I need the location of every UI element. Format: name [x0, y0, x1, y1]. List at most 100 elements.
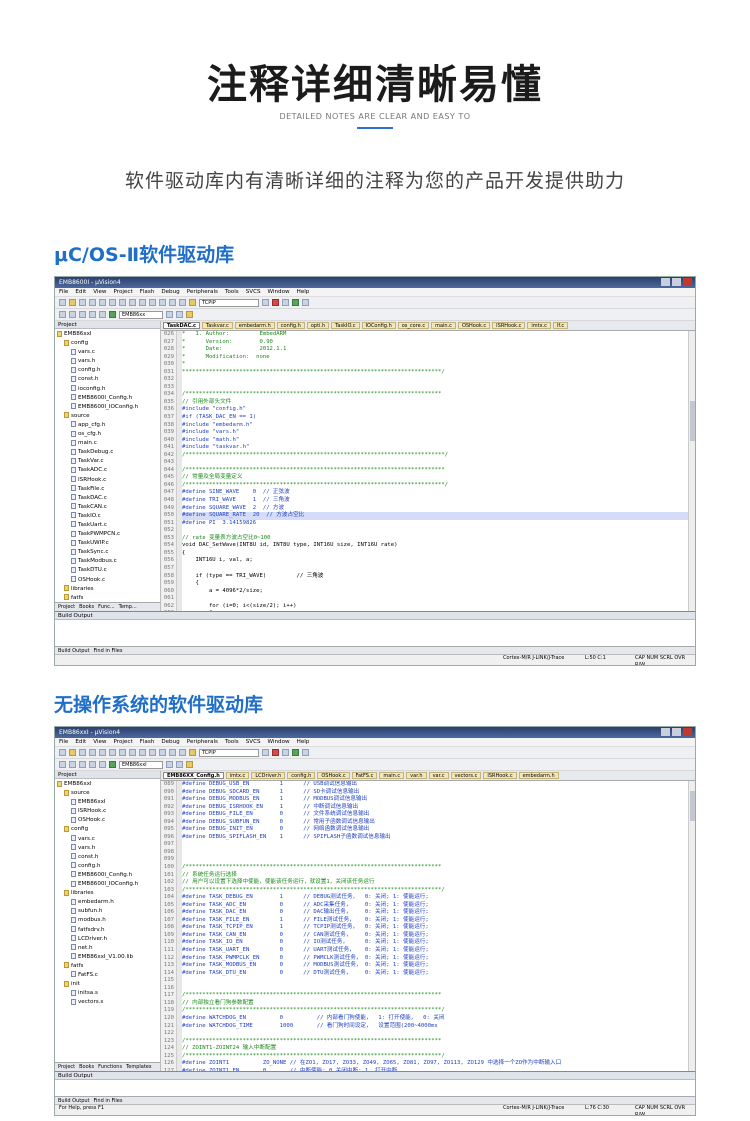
tree-item[interactable]: TaskModbus.c — [57, 557, 158, 566]
tree-item[interactable]: TaskDAC.c — [57, 494, 158, 503]
menu-item[interactable]: Edit — [75, 739, 86, 745]
output-content[interactable] — [55, 1080, 695, 1096]
tree-item[interactable]: source — [57, 412, 158, 421]
tree-item[interactable]: TaskUart.c — [57, 521, 158, 530]
stop-build-icon[interactable] — [99, 311, 106, 318]
copy-icon[interactable] — [109, 299, 116, 306]
manage-components-icon[interactable] — [176, 761, 183, 768]
save-icon[interactable] — [79, 299, 86, 306]
tree-item[interactable]: TaskDebug.c — [57, 448, 158, 457]
close-button[interactable] — [683, 728, 692, 736]
tree-item[interactable]: LCDriver.h — [57, 935, 158, 944]
tree-item[interactable]: EMB8600I_Config.h — [57, 871, 158, 880]
output-content[interactable] — [55, 620, 695, 646]
tree-item[interactable]: EMB8600I_IOConfig.h — [57, 403, 158, 412]
tree-item[interactable]: FatFS.c — [57, 971, 158, 980]
download-icon[interactable] — [109, 761, 116, 768]
scrollbar-thumb[interactable] — [690, 401, 695, 441]
tree-item[interactable]: const.h — [57, 853, 158, 862]
debug-icon[interactable] — [262, 299, 269, 306]
tree-item[interactable]: OSHook.c — [57, 576, 158, 585]
tree-item[interactable]: TaskIO.c — [57, 512, 158, 521]
cut-icon[interactable] — [99, 749, 106, 756]
minimize-button[interactable] — [661, 728, 670, 736]
file-tab[interactable]: ISRHook.c — [483, 772, 517, 779]
open-folder-icon[interactable] — [69, 299, 76, 306]
tree-item[interactable]: TaskDTU.c — [57, 566, 158, 575]
save-all-icon[interactable] — [89, 749, 96, 756]
tree-item[interactable]: embedarm.h — [57, 898, 158, 907]
tree-item[interactable]: TaskPWMPCN.c — [57, 530, 158, 539]
cut-icon[interactable] — [99, 299, 106, 306]
project-tab[interactable]: Project — [58, 1063, 75, 1071]
tree-item[interactable]: os_cfg.h — [57, 430, 158, 439]
batch-build-icon[interactable] — [89, 761, 96, 768]
project-tab[interactable]: Temp... — [119, 603, 137, 611]
file-tab[interactable]: main.c — [379, 772, 405, 779]
maximize-button[interactable] — [672, 278, 681, 286]
run-icon[interactable] — [282, 299, 289, 306]
target-options-icon[interactable] — [166, 761, 173, 768]
menu-item[interactable]: Window — [268, 289, 290, 295]
breakpoint-icon[interactable] — [272, 299, 279, 306]
tree-item[interactable]: vars.c — [57, 835, 158, 844]
tree-item[interactable]: OSHook.c — [57, 816, 158, 825]
tree-item[interactable]: ISRHook.c — [57, 476, 158, 485]
breakpoint-icon[interactable] — [272, 749, 279, 756]
menu-item[interactable]: View — [93, 289, 106, 295]
tree-item[interactable]: main.c — [57, 439, 158, 448]
tree-item[interactable]: EMB86xxI — [57, 780, 158, 789]
debug-icon[interactable] — [262, 749, 269, 756]
new-file-icon[interactable] — [59, 299, 66, 306]
outdent-icon[interactable] — [169, 749, 176, 756]
bookmark-icon[interactable] — [189, 299, 196, 306]
file-tab[interactable]: config.h — [276, 322, 305, 329]
tree-item[interactable]: TaskCAN.c — [57, 503, 158, 512]
menu-item[interactable]: Flash — [140, 289, 155, 295]
paste-icon[interactable] — [119, 299, 126, 306]
rebuild-icon[interactable] — [79, 761, 86, 768]
file-tab[interactable]: EMB86XX_Config.h — [163, 772, 224, 779]
tree-item[interactable]: TaskSync.c — [57, 548, 158, 557]
file-tab[interactable]: var.c — [428, 772, 449, 779]
redo-icon[interactable] — [139, 299, 146, 306]
file-tab[interactable]: Taskvar.c — [202, 322, 233, 329]
tree-item[interactable]: vars.h — [57, 357, 158, 366]
code-area[interactable]: 089 090 091 092 093 094 095 096 097 098 099 100 101 1… — [161, 781, 695, 1071]
tree-item[interactable]: ioconfig.h — [57, 385, 158, 394]
build-icon[interactable] — [69, 311, 76, 318]
translate-icon[interactable] — [59, 761, 66, 768]
menu-item[interactable]: Help — [297, 289, 310, 295]
project-tab[interactable]: Project — [58, 603, 75, 611]
save-all-icon[interactable] — [89, 299, 96, 306]
menu-item[interactable]: SVCS — [246, 289, 261, 295]
code-area[interactable]: 026 027 028 029 030 031 032 033 034 035 036 037 038 0… — [161, 331, 695, 611]
menu-item[interactable]: View — [93, 739, 106, 745]
menu-item[interactable]: Peripherals — [187, 739, 218, 745]
tree-item[interactable]: fatfsdrv.h — [57, 926, 158, 935]
indent-icon[interactable] — [159, 299, 166, 306]
tree-item[interactable]: ISRHook.c — [57, 807, 158, 816]
tree-item[interactable]: TaskADC.c — [57, 466, 158, 475]
vertical-scrollbar[interactable] — [688, 781, 695, 1071]
menu-item[interactable]: File — [59, 289, 68, 295]
manage-components-icon[interactable] — [176, 311, 183, 318]
project-tab[interactable]: Books — [79, 1063, 94, 1071]
tree-item[interactable]: fatfs — [57, 962, 158, 971]
comment-icon[interactable] — [179, 299, 186, 306]
tree-item[interactable]: config.h — [57, 862, 158, 871]
target-select[interactable]: TCPIP — [199, 748, 259, 757]
tree-item[interactable]: vectors.s — [57, 998, 158, 1007]
tree-item[interactable]: config — [57, 339, 158, 348]
file-tab[interactable]: embedarm.h — [518, 772, 559, 779]
file-tab[interactable]: IOConfig.h — [361, 322, 396, 329]
maximize-button[interactable] — [672, 728, 681, 736]
file-tab[interactable]: TaskDAC.c — [163, 322, 200, 329]
build-target-select[interactable]: EMB86xxI — [119, 760, 163, 769]
tree-item[interactable]: libraries — [57, 889, 158, 898]
tree-item[interactable]: subfun.h — [57, 907, 158, 916]
undo-icon[interactable] — [129, 749, 136, 756]
file-tab[interactable]: FatFS.c — [351, 772, 378, 779]
close-button[interactable] — [683, 278, 692, 286]
project-tab[interactable]: Books — [79, 603, 94, 611]
